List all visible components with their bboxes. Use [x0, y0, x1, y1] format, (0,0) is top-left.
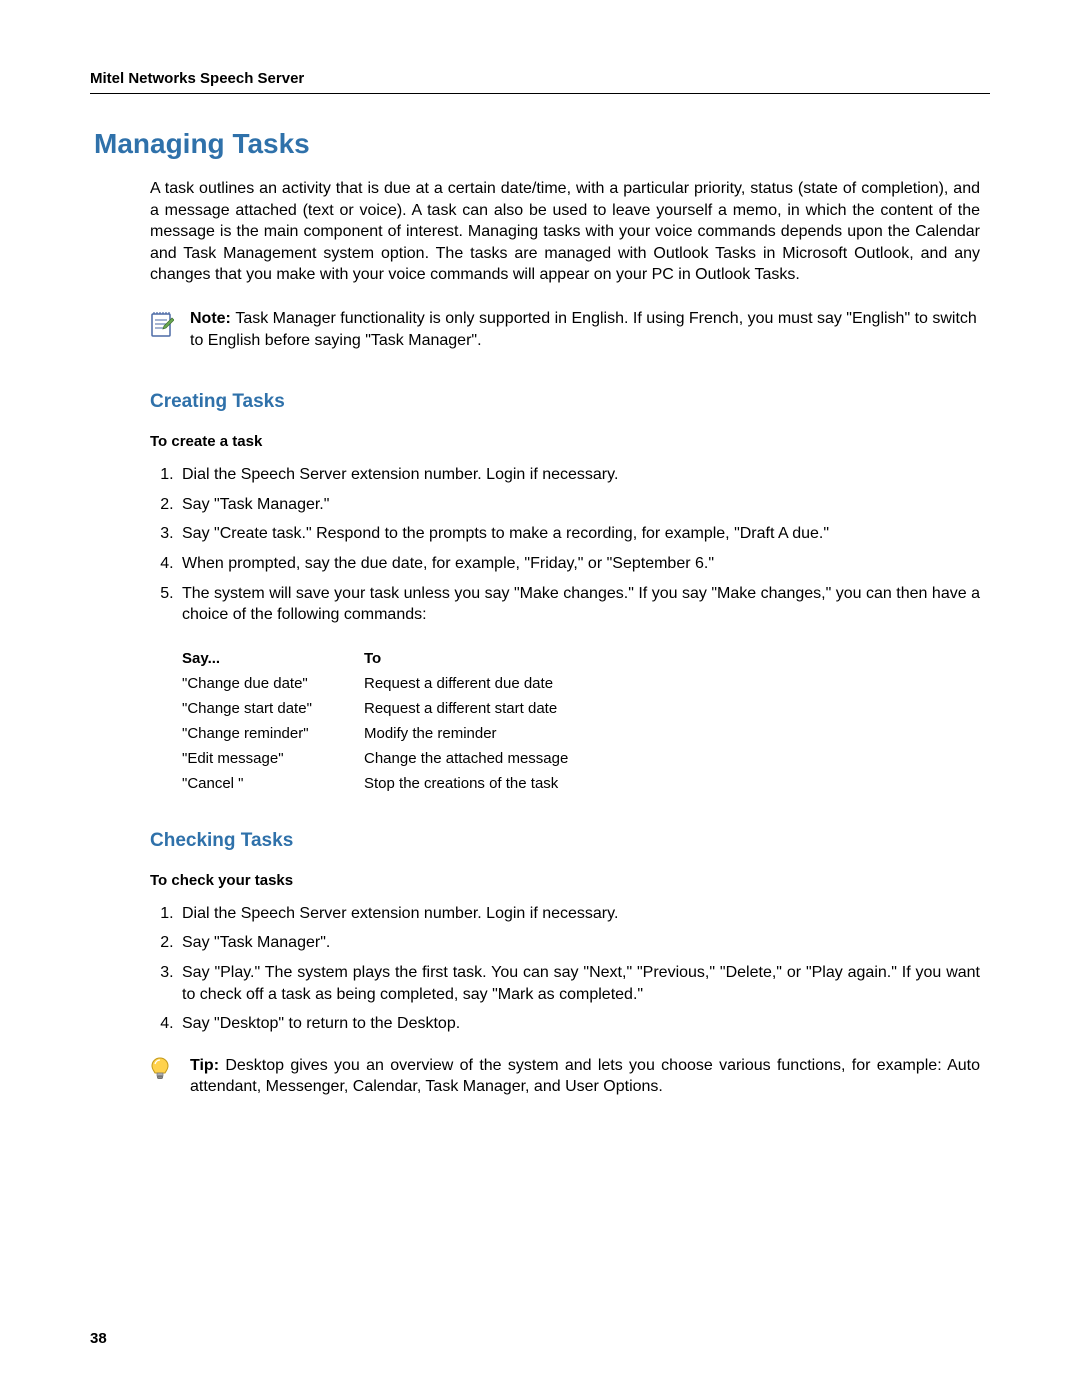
- list-item: When prompted, say the due date, for exa…: [178, 553, 980, 575]
- cell-to: Modify the reminder: [364, 721, 590, 746]
- tip-block: Tip: Desktop gives you an overview of th…: [150, 1055, 980, 1098]
- header-rule: [90, 93, 990, 94]
- steps-create: Dial the Speech Server extension number.…: [150, 464, 980, 626]
- tip-icon: [150, 1057, 176, 1088]
- cell-say: "Change start date": [182, 696, 364, 721]
- heading-creating-tasks: Creating Tasks: [150, 391, 980, 413]
- cell-say: "Edit message": [182, 746, 364, 771]
- list-item: Say "Task Manager".: [178, 932, 980, 954]
- list-item: Say "Play." The system plays the first t…: [178, 962, 980, 1005]
- note-icon: [150, 310, 176, 343]
- cell-say: "Change reminder": [182, 721, 364, 746]
- table-row: "Change reminder" Modify the reminder: [182, 721, 590, 746]
- intro-paragraph: A task outlines an activity that is due …: [150, 178, 980, 286]
- commands-table: Say... To "Change due date" Request a di…: [182, 646, 590, 796]
- cell-to: Stop the creations of the task: [364, 771, 590, 796]
- col-header-say: Say...: [182, 646, 364, 671]
- content-area: A task outlines an activity that is due …: [150, 178, 980, 1098]
- note-block: Note: Task Manager functionality is only…: [150, 308, 980, 351]
- table-row: "Cancel " Stop the creations of the task: [182, 771, 590, 796]
- cell-say: "Change due date": [182, 671, 364, 696]
- col-header-to: To: [364, 646, 590, 671]
- page-number: 38: [90, 1330, 107, 1347]
- note-text: Note: Task Manager functionality is only…: [190, 308, 980, 351]
- cell-to: Request a different start date: [364, 696, 590, 721]
- note-body: Task Manager functionality is only suppo…: [190, 310, 977, 349]
- table-row: "Change start date" Request a different …: [182, 696, 590, 721]
- heading-checking-tasks: Checking Tasks: [150, 830, 980, 852]
- tip-body: Desktop gives you an overview of the sys…: [190, 1057, 980, 1096]
- list-item: Say "Desktop" to return to the Desktop.: [178, 1013, 980, 1035]
- running-head: Mitel Networks Speech Server: [90, 70, 990, 87]
- page: Mitel Networks Speech Server Managing Ta…: [0, 0, 1080, 1397]
- tip-text: Tip: Desktop gives you an overview of th…: [190, 1055, 980, 1098]
- table-row: "Edit message" Change the attached messa…: [182, 746, 590, 771]
- steps-check: Dial the Speech Server extension number.…: [150, 903, 980, 1035]
- heading-managing-tasks: Managing Tasks: [94, 128, 990, 160]
- list-item: Say "Task Manager.": [178, 494, 980, 516]
- list-item: Dial the Speech Server extension number.…: [178, 903, 980, 925]
- instr-head-check: To check your tasks: [150, 872, 980, 889]
- instr-head-create: To create a task: [150, 433, 980, 450]
- table-header-row: Say... To: [182, 646, 590, 671]
- cell-say: "Cancel ": [182, 771, 364, 796]
- list-item: The system will save your task unless yo…: [178, 583, 980, 626]
- cell-to: Request a different due date: [364, 671, 590, 696]
- note-label: Note:: [190, 310, 235, 327]
- table-row: "Change due date" Request a different du…: [182, 671, 590, 696]
- list-item: Say "Create task." Respond to the prompt…: [178, 523, 980, 545]
- tip-label: Tip:: [190, 1057, 225, 1074]
- cell-to: Change the attached message: [364, 746, 590, 771]
- list-item: Dial the Speech Server extension number.…: [178, 464, 980, 486]
